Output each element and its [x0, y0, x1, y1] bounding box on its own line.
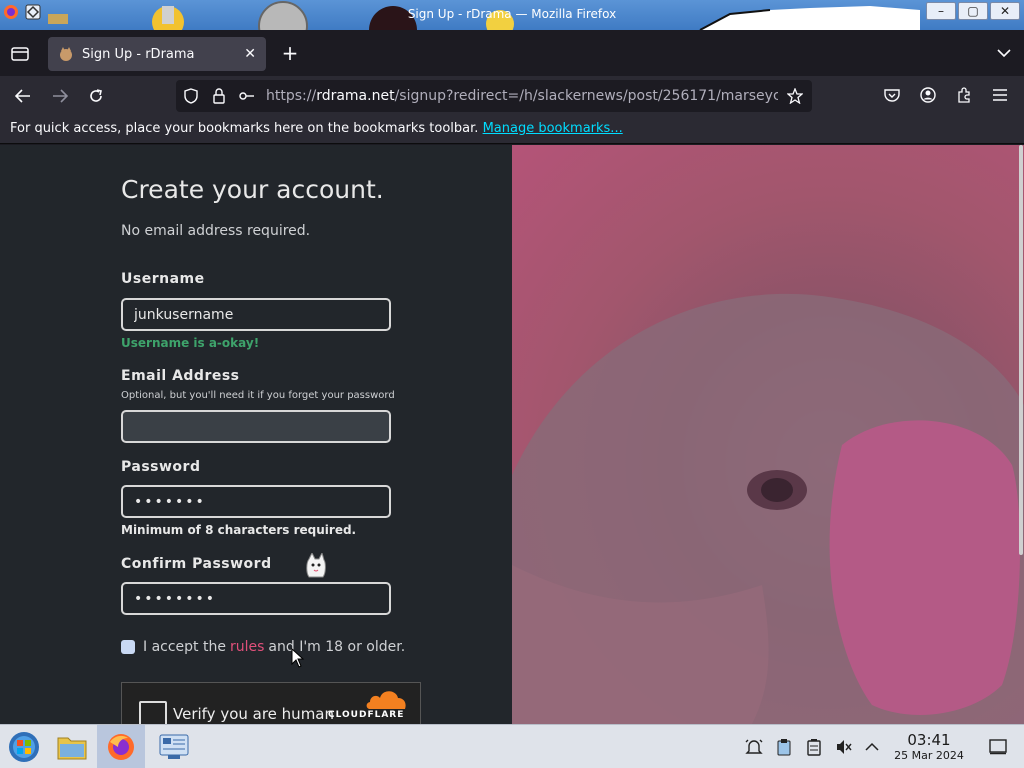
rules-link[interactable]: rules	[230, 639, 264, 655]
password-label: Password	[121, 459, 201, 475]
start-orb-icon	[9, 732, 39, 762]
page-title: Create your account.	[121, 175, 384, 204]
username-status: Username is a-okay!	[121, 336, 260, 350]
username-label: Username	[121, 271, 205, 287]
captcha-widget: Verify you are human CLOUDFLARE	[121, 682, 421, 724]
clock-time: 03:41	[907, 731, 951, 749]
url-prefix: https://	[266, 88, 317, 104]
email-input[interactable]	[121, 410, 391, 443]
accept-checkbox[interactable]	[121, 640, 135, 654]
volume-muted-icon[interactable]	[834, 737, 854, 757]
close-window-button[interactable]: ✕	[990, 2, 1020, 20]
accept-prefix: I accept the	[143, 639, 226, 655]
tab-list-icon[interactable]	[8, 42, 32, 64]
chevron-down-icon[interactable]	[994, 42, 1014, 64]
password-input[interactable]	[121, 485, 391, 518]
username-input[interactable]	[121, 298, 391, 331]
os-titlebar: Sign Up - rDrama — Mozilla Firefox – ▢ ✕	[0, 0, 1024, 30]
captcha-brand: CLOUDFLARE	[328, 710, 405, 720]
email-label: Email Address	[121, 368, 240, 384]
url-bar[interactable]: https://rdrama.net/signup?redirect=/h/sl…	[176, 80, 812, 112]
page-content: Create your account. No email address re…	[0, 145, 1024, 724]
folder-icon	[57, 737, 87, 760]
mouse-cursor-icon	[291, 648, 305, 668]
email-hint: Optional, but you'll need it if you forg…	[121, 390, 395, 401]
tab-label: Sign Up - rDrama	[82, 46, 195, 62]
system-monitor-icon	[159, 734, 189, 759]
manage-bookmarks-link[interactable]: Manage bookmarks...	[483, 121, 623, 136]
notifications-icon[interactable]	[744, 737, 764, 757]
tray-expand-icon[interactable]	[862, 737, 882, 757]
bookmarks-toolbar: For quick access, place your bookmarks h…	[0, 116, 1024, 144]
show-desktop-icon[interactable]	[988, 737, 1008, 757]
new-tab-button[interactable]: +	[279, 41, 301, 65]
reload-icon[interactable]	[85, 85, 107, 107]
marsey-cat-icon	[306, 553, 326, 578]
confirm-password-input[interactable]	[121, 582, 391, 615]
minimize-button[interactable]: –	[926, 2, 956, 20]
platypus-illustration	[512, 293, 1024, 724]
firefox-taskbar-button[interactable]	[97, 725, 145, 768]
file-manager-button[interactable]	[48, 725, 96, 768]
extensions-icon[interactable]	[954, 85, 974, 105]
firefox-taskbar-icon	[108, 734, 134, 760]
permissions-icon[interactable]	[238, 87, 256, 105]
menu-icon[interactable]	[990, 85, 1010, 105]
bookmark-star-icon[interactable]	[786, 87, 804, 105]
system-monitor-button[interactable]	[150, 725, 198, 768]
account-icon[interactable]	[918, 85, 938, 105]
nav-bar: https://rdrama.net/signup?redirect=/h/sl…	[0, 76, 1024, 116]
clock-date: 25 Mar 2024	[894, 749, 964, 762]
marsey-favicon-icon	[60, 47, 72, 61]
clipboard-icon[interactable]	[774, 737, 794, 757]
url-host: rdrama.net	[316, 88, 395, 104]
url-text[interactable]: https://rdrama.net/signup?redirect=/h/sl…	[266, 88, 778, 104]
shield-icon[interactable]	[182, 87, 200, 105]
close-tab-icon[interactable]: ✕	[244, 46, 256, 62]
battery-icon[interactable]	[804, 737, 824, 757]
start-button[interactable]	[0, 725, 48, 768]
taskbar-clock[interactable]: 03:41 25 Mar 2024	[890, 731, 968, 762]
maximize-button[interactable]: ▢	[958, 2, 988, 20]
bookmarks-message: For quick access, place your bookmarks h…	[10, 121, 479, 136]
url-path: /signup?redirect=/h/slackernews/post/256…	[394, 88, 778, 104]
cloudflare-cloud-icon	[366, 691, 406, 709]
confirm-password-label: Confirm Password	[121, 556, 272, 572]
os-taskbar: 03:41 25 Mar 2024	[0, 724, 1024, 768]
captcha-text: Verify you are human	[173, 705, 335, 723]
tab-sign-up[interactable]: Sign Up - rDrama ✕	[48, 37, 266, 71]
tab-strip: Sign Up - rDrama ✕ +	[0, 30, 1024, 76]
accept-row: I accept the rules and I'm 18 or older.	[121, 639, 405, 655]
lock-icon[interactable]	[210, 87, 228, 105]
forward-icon[interactable]	[49, 85, 71, 107]
back-icon[interactable]	[12, 85, 34, 107]
page-subtitle: No email address required.	[121, 223, 311, 239]
captcha-checkbox[interactable]	[139, 701, 167, 724]
window-title: Sign Up - rDrama — Mozilla Firefox	[407, 7, 617, 21]
pocket-icon[interactable]	[882, 85, 902, 105]
password-note: Minimum of 8 characters required.	[121, 523, 357, 537]
accept-suffix: and I'm 18 or older.	[268, 639, 406, 655]
page-scrollbar[interactable]	[1019, 145, 1023, 555]
hero-image	[512, 145, 1024, 724]
